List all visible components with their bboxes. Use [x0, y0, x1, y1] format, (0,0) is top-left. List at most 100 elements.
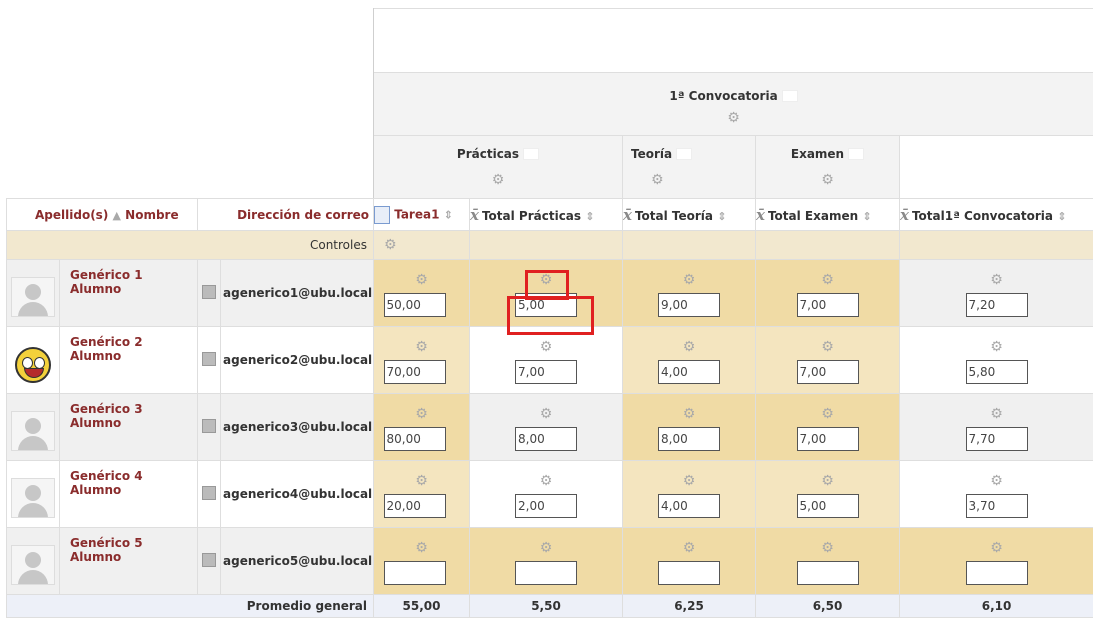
gear-icon[interactable]: ⚙	[470, 273, 622, 287]
grade-cell: ⚙	[898, 527, 1093, 595]
collapse-icon[interactable]	[676, 148, 693, 160]
grade-input[interactable]	[658, 561, 720, 585]
gear-icon[interactable]: ⚙	[900, 407, 1093, 421]
tarea1-link[interactable]: Tarea1	[394, 207, 439, 221]
grade-input[interactable]	[796, 494, 859, 518]
gear-icon[interactable]: ⚙	[900, 541, 1093, 555]
grade-input[interactable]	[965, 360, 1028, 384]
grade-input[interactable]	[658, 360, 720, 384]
total-convocatoria-label: Total1ª Convocatoria	[911, 208, 1054, 223]
gear-icon[interactable]: ⚙	[651, 173, 664, 187]
grade-input[interactable]	[515, 427, 577, 451]
student-name-link[interactable]: Genérico 3 Alumno	[60, 394, 197, 444]
gear-icon[interactable]: ⚙	[374, 340, 469, 354]
grade-input[interactable]	[515, 293, 577, 317]
gear-icon[interactable]: ⚙	[623, 407, 755, 421]
mean-icon: x̄	[756, 205, 765, 224]
gear-icon[interactable]: ⚙	[756, 407, 899, 421]
user-report-cell	[197, 460, 221, 528]
user-report-icon[interactable]	[202, 351, 216, 366]
gear-icon[interactable]: ⚙	[374, 541, 469, 555]
average-value: 55,00	[373, 594, 470, 618]
sort-icon[interactable]: ⇕	[1057, 210, 1066, 223]
user-report-icon[interactable]	[202, 418, 216, 433]
gear-icon[interactable]: ⚙	[900, 273, 1093, 287]
gear-icon[interactable]: ⚙	[727, 111, 740, 125]
total-convocatoria-header: x̄ Total1ª Convocatoria ⇕	[898, 198, 1093, 231]
user-report-icon[interactable]	[202, 485, 216, 500]
grade-input[interactable]	[965, 427, 1028, 451]
collapse-icon[interactable]	[523, 148, 540, 160]
grade-input[interactable]	[965, 494, 1028, 518]
grade-input[interactable]	[658, 427, 720, 451]
gear-icon[interactable]: ⚙	[384, 238, 397, 252]
total-examen-header: x̄ Total Examen ⇕	[755, 198, 900, 231]
avatar[interactable]	[6, 393, 60, 461]
controls-label: Controles	[6, 230, 374, 260]
gear-icon[interactable]: ⚙	[756, 273, 899, 287]
user-report-icon[interactable]	[202, 284, 216, 299]
sort-icon[interactable]: ⇕	[444, 208, 453, 221]
gear-icon[interactable]: ⚙	[900, 474, 1093, 488]
sort-icon[interactable]: ⇕	[862, 210, 871, 223]
gear-icon[interactable]: ⚙	[374, 273, 469, 287]
table-row: Genérico 1 Alumno agenerico1@ubu.local ⚙…	[6, 259, 1093, 327]
grade-input[interactable]	[658, 293, 720, 317]
grade-input[interactable]	[796, 561, 859, 585]
gear-icon[interactable]: ⚙	[756, 541, 899, 555]
sort-email-link[interactable]: Dirección de correo	[237, 208, 369, 222]
collapse-icon[interactable]	[781, 90, 798, 102]
category-convocatoria-title: 1ª Convocatoria	[669, 89, 778, 103]
grade-input[interactable]	[515, 561, 577, 585]
avatar[interactable]	[6, 259, 60, 327]
user-report-icon[interactable]	[202, 552, 216, 567]
user-report-cell	[197, 326, 221, 394]
student-name-link[interactable]: Genérico 2 Alumno	[60, 327, 197, 377]
student-name-link[interactable]: Genérico 4 Alumno	[60, 461, 197, 511]
grade-input[interactable]	[796, 360, 859, 384]
gear-icon[interactable]: ⚙	[492, 173, 505, 187]
avatar[interactable]	[6, 326, 60, 394]
student-name-link[interactable]: Genérico 5 Alumno	[60, 528, 197, 578]
gear-icon[interactable]: ⚙	[470, 474, 622, 488]
grade-cell: ⚙	[898, 326, 1093, 394]
gear-icon[interactable]: ⚙	[623, 340, 755, 354]
gear-icon[interactable]: ⚙	[623, 273, 755, 287]
gear-icon[interactable]: ⚙	[623, 474, 755, 488]
grade-input[interactable]	[796, 293, 859, 317]
grade-input[interactable]	[383, 427, 446, 451]
collapse-icon[interactable]	[848, 148, 865, 160]
sort-asc-icon[interactable]: ▲	[113, 209, 121, 222]
sort-icon[interactable]: ⇕	[717, 210, 726, 223]
grade-input[interactable]	[965, 561, 1028, 585]
avatar[interactable]	[6, 460, 60, 528]
grade-input[interactable]	[515, 494, 577, 518]
gear-icon[interactable]: ⚙	[900, 340, 1093, 354]
gear-icon[interactable]: ⚙	[821, 173, 834, 187]
grade-input[interactable]	[383, 293, 446, 317]
grade-input[interactable]	[965, 293, 1028, 317]
gear-icon[interactable]: ⚙	[470, 407, 622, 421]
grade-input[interactable]	[515, 360, 577, 384]
grade-cell: ⚙	[469, 527, 623, 595]
student-name-link[interactable]: Genérico 1 Alumno	[60, 260, 197, 310]
grade-cell: ⚙	[622, 393, 756, 461]
gear-icon[interactable]: ⚙	[756, 474, 899, 488]
gear-icon[interactable]: ⚙	[756, 340, 899, 354]
gear-icon[interactable]: ⚙	[470, 340, 622, 354]
gear-icon[interactable]: ⚙	[374, 407, 469, 421]
sort-icon[interactable]: ⇕	[585, 210, 594, 223]
sort-surname-link[interactable]: Apellido(s)	[35, 208, 108, 222]
sort-name-link[interactable]: Nombre	[125, 208, 178, 222]
grade-cell: ⚙	[373, 460, 470, 528]
grade-input[interactable]	[796, 427, 859, 451]
grade-input[interactable]	[383, 494, 446, 518]
gear-icon[interactable]: ⚙	[470, 541, 622, 555]
avatar[interactable]	[6, 527, 60, 595]
gear-icon[interactable]: ⚙	[374, 474, 469, 488]
grade-input[interactable]	[383, 360, 446, 384]
gear-icon[interactable]: ⚙	[623, 541, 755, 555]
grade-input[interactable]	[658, 494, 720, 518]
grade-input[interactable]	[383, 561, 446, 585]
grade-cell: ⚙	[373, 326, 470, 394]
